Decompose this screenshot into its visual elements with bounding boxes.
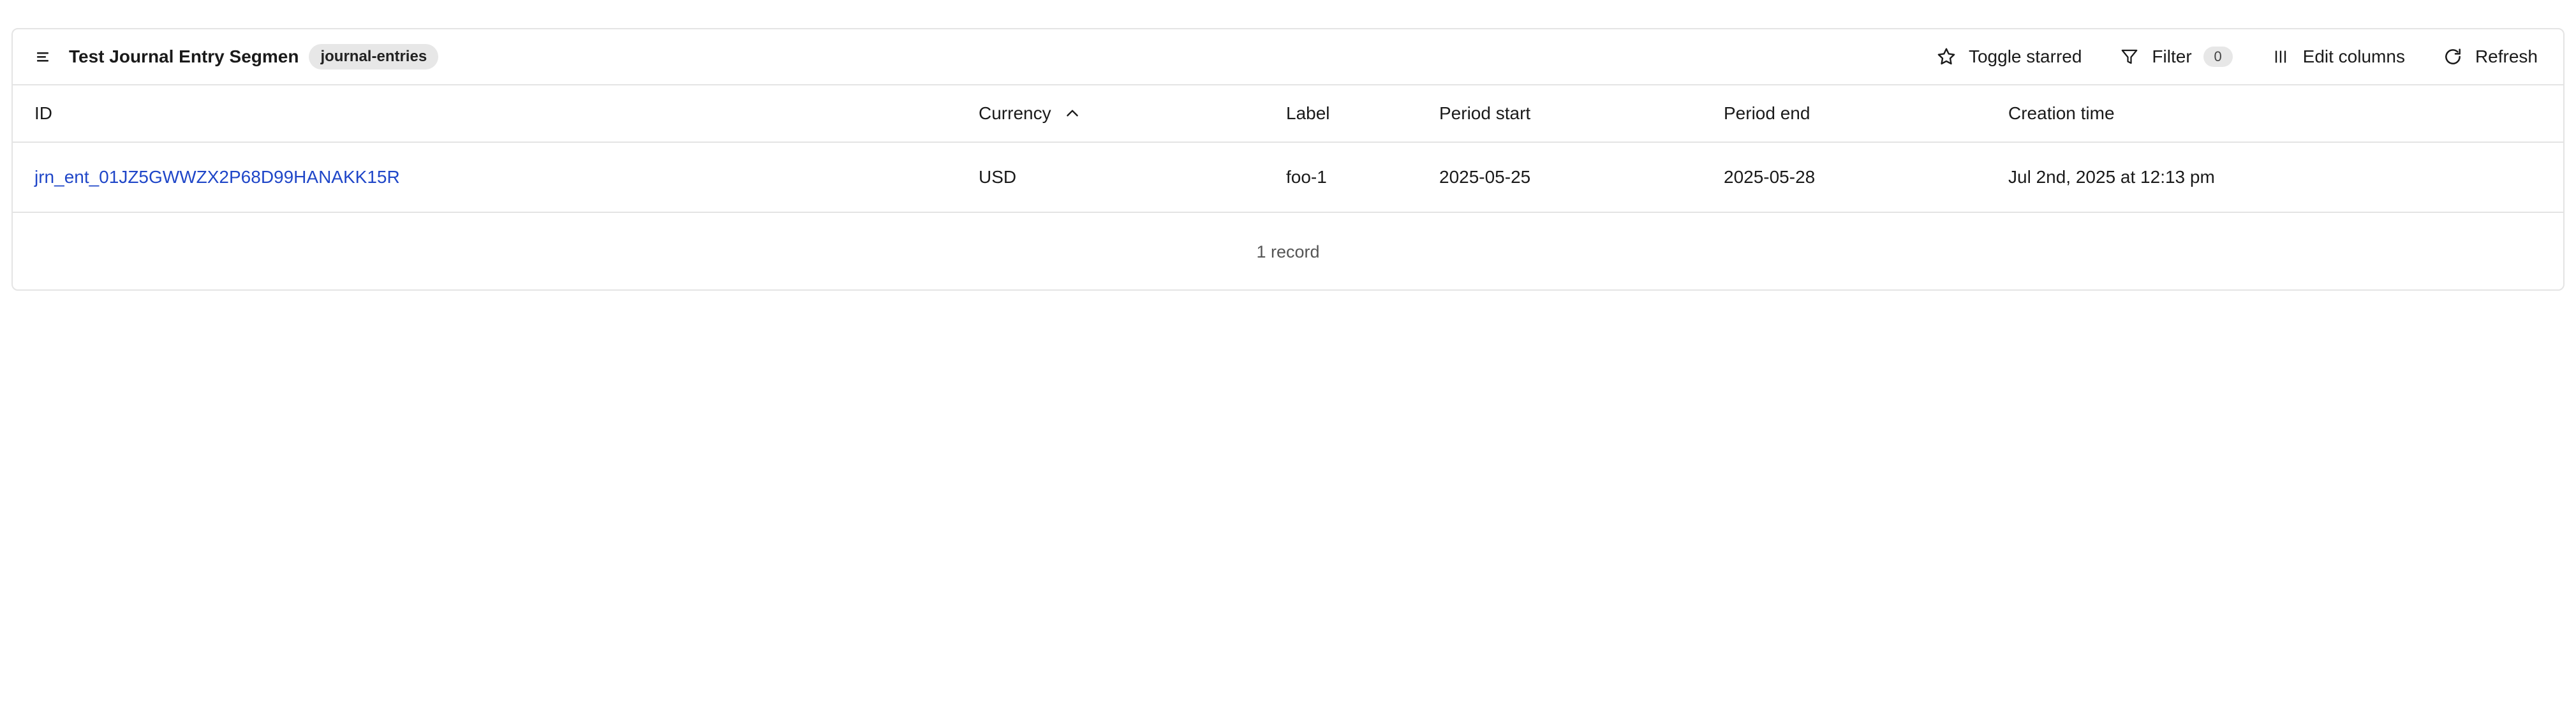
cell-label: foo-1 <box>1286 167 1327 187</box>
journal-entry-id-link[interactable]: jrn_ent_01JZ5GWWZX2P68D99HANAKK15R <box>34 167 400 187</box>
toolbar: Test Journal Entry Segmen journal-entrie… <box>13 29 2563 85</box>
column-header-currency[interactable]: Currency <box>979 85 1081 142</box>
filter-icon <box>2119 46 2140 68</box>
toggle-starred-button[interactable]: Toggle starred <box>1936 39 2082 75</box>
column-header-creation-time[interactable]: Creation time <box>2008 85 2115 142</box>
column-header-label[interactable]: Label <box>1286 85 1330 142</box>
resource-tag: journal-entries <box>309 44 439 69</box>
columns-icon <box>2270 46 2291 68</box>
table-row[interactable]: jrn_ent_01JZ5GWWZX2P68D99HANAKK15R USD f… <box>13 143 2563 213</box>
column-header-currency-label: Currency <box>979 103 1051 123</box>
record-count: 1 record <box>1256 242 1320 261</box>
cell-creation-time: Jul 2nd, 2025 at 12:13 pm <box>2008 167 2215 187</box>
cell-id: jrn_ent_01JZ5GWWZX2P68D99HANAKK15R <box>34 143 400 212</box>
filter-count-badge: 0 <box>2203 47 2233 67</box>
refresh-icon <box>2442 46 2464 68</box>
filter-button[interactable]: Filter 0 <box>2119 39 2233 75</box>
toolbar-left: Test Journal Entry Segmen journal-entrie… <box>33 29 439 84</box>
filter-label: Filter <box>2152 47 2192 66</box>
star-icon <box>1936 46 1957 68</box>
cell-currency: USD <box>979 167 1017 187</box>
toolbar-actions: Toggle starred Filter 0 Edit columns Ref… <box>1936 29 2538 84</box>
menu-icon[interactable] <box>33 47 54 67</box>
table-header: ID Currency Label Period start Period en… <box>13 85 2563 143</box>
toggle-starred-label: Toggle starred <box>1968 47 2082 66</box>
column-header-period-end[interactable]: Period end <box>1724 85 1810 142</box>
refresh-label: Refresh <box>2475 47 2538 66</box>
edit-columns-button[interactable]: Edit columns <box>2270 39 2405 75</box>
edit-columns-label: Edit columns <box>2302 47 2405 66</box>
refresh-button[interactable]: Refresh <box>2442 39 2538 75</box>
sort-ascending-icon[interactable] <box>1064 105 1081 122</box>
column-header-id[interactable]: ID <box>34 85 52 142</box>
column-header-period-start[interactable]: Period start <box>1439 85 1530 142</box>
cell-period-start: 2025-05-25 <box>1439 167 1531 187</box>
journal-entries-panel: Test Journal Entry Segmen journal-entrie… <box>11 28 2565 291</box>
page-title: Test Journal Entry Segmen <box>69 47 299 66</box>
cell-period-end: 2025-05-28 <box>1724 167 1816 187</box>
